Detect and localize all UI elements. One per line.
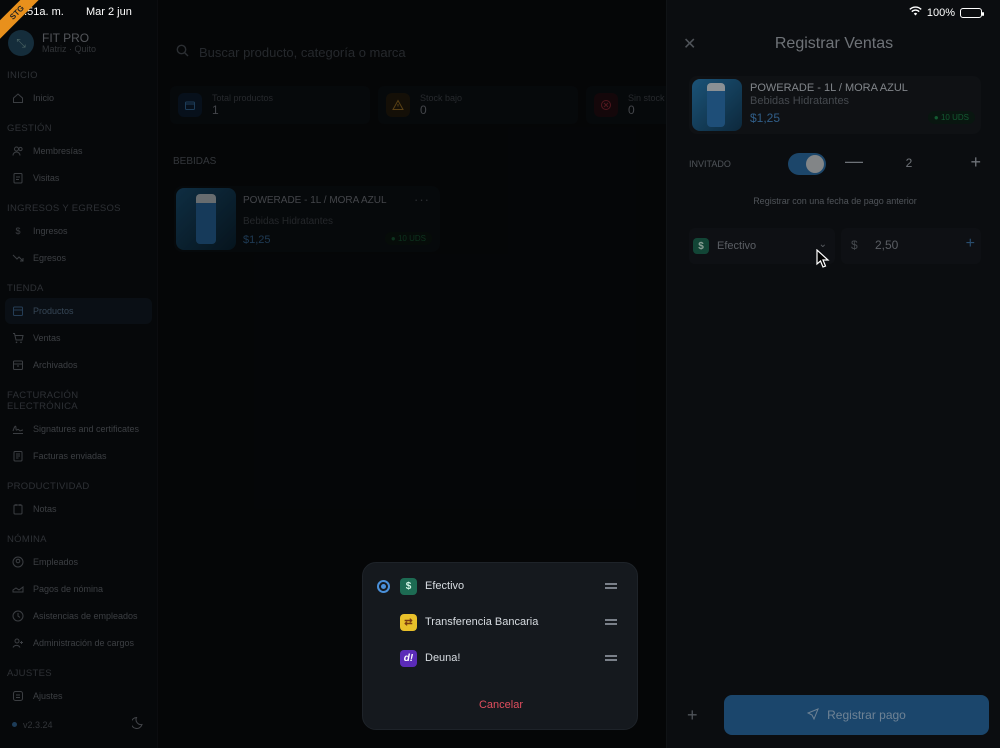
status-date: Mar 2 jun xyxy=(86,6,132,18)
drag-handle-icon[interactable] xyxy=(605,619,617,625)
wifi-icon xyxy=(909,6,922,19)
payment-option-transferencia[interactable]: ⇄ Transferencia Bancaria xyxy=(363,607,639,637)
mouse-cursor-icon xyxy=(816,248,830,274)
battery-percent: 100% xyxy=(926,6,955,19)
status-right: 100% xyxy=(909,6,984,19)
status-bar: STG 8:51a. m. Mar 2 jun 100% xyxy=(0,0,1000,42)
option-label: Transferencia Bancaria xyxy=(425,616,539,628)
option-label: Efectivo xyxy=(425,580,465,592)
payment-option-deuna[interactable]: d! Deuna! xyxy=(363,643,639,673)
option-label: Deuna! xyxy=(425,652,461,664)
deuna-icon: d! xyxy=(400,649,417,667)
radio-selected[interactable] xyxy=(377,579,390,593)
dollar-icon: $ xyxy=(400,577,417,595)
drag-handle-icon[interactable] xyxy=(605,583,617,589)
payment-method-popup: $ Efectivo ⇄ Transferencia Bancaria d! D… xyxy=(362,562,638,730)
drag-handle-icon[interactable] xyxy=(605,655,617,661)
payment-option-efectivo[interactable]: $ Efectivo xyxy=(363,571,639,601)
bank-transfer-icon: ⇄ xyxy=(400,613,417,631)
battery-icon xyxy=(960,7,984,18)
cancel-button[interactable]: Cancelar xyxy=(363,699,639,711)
